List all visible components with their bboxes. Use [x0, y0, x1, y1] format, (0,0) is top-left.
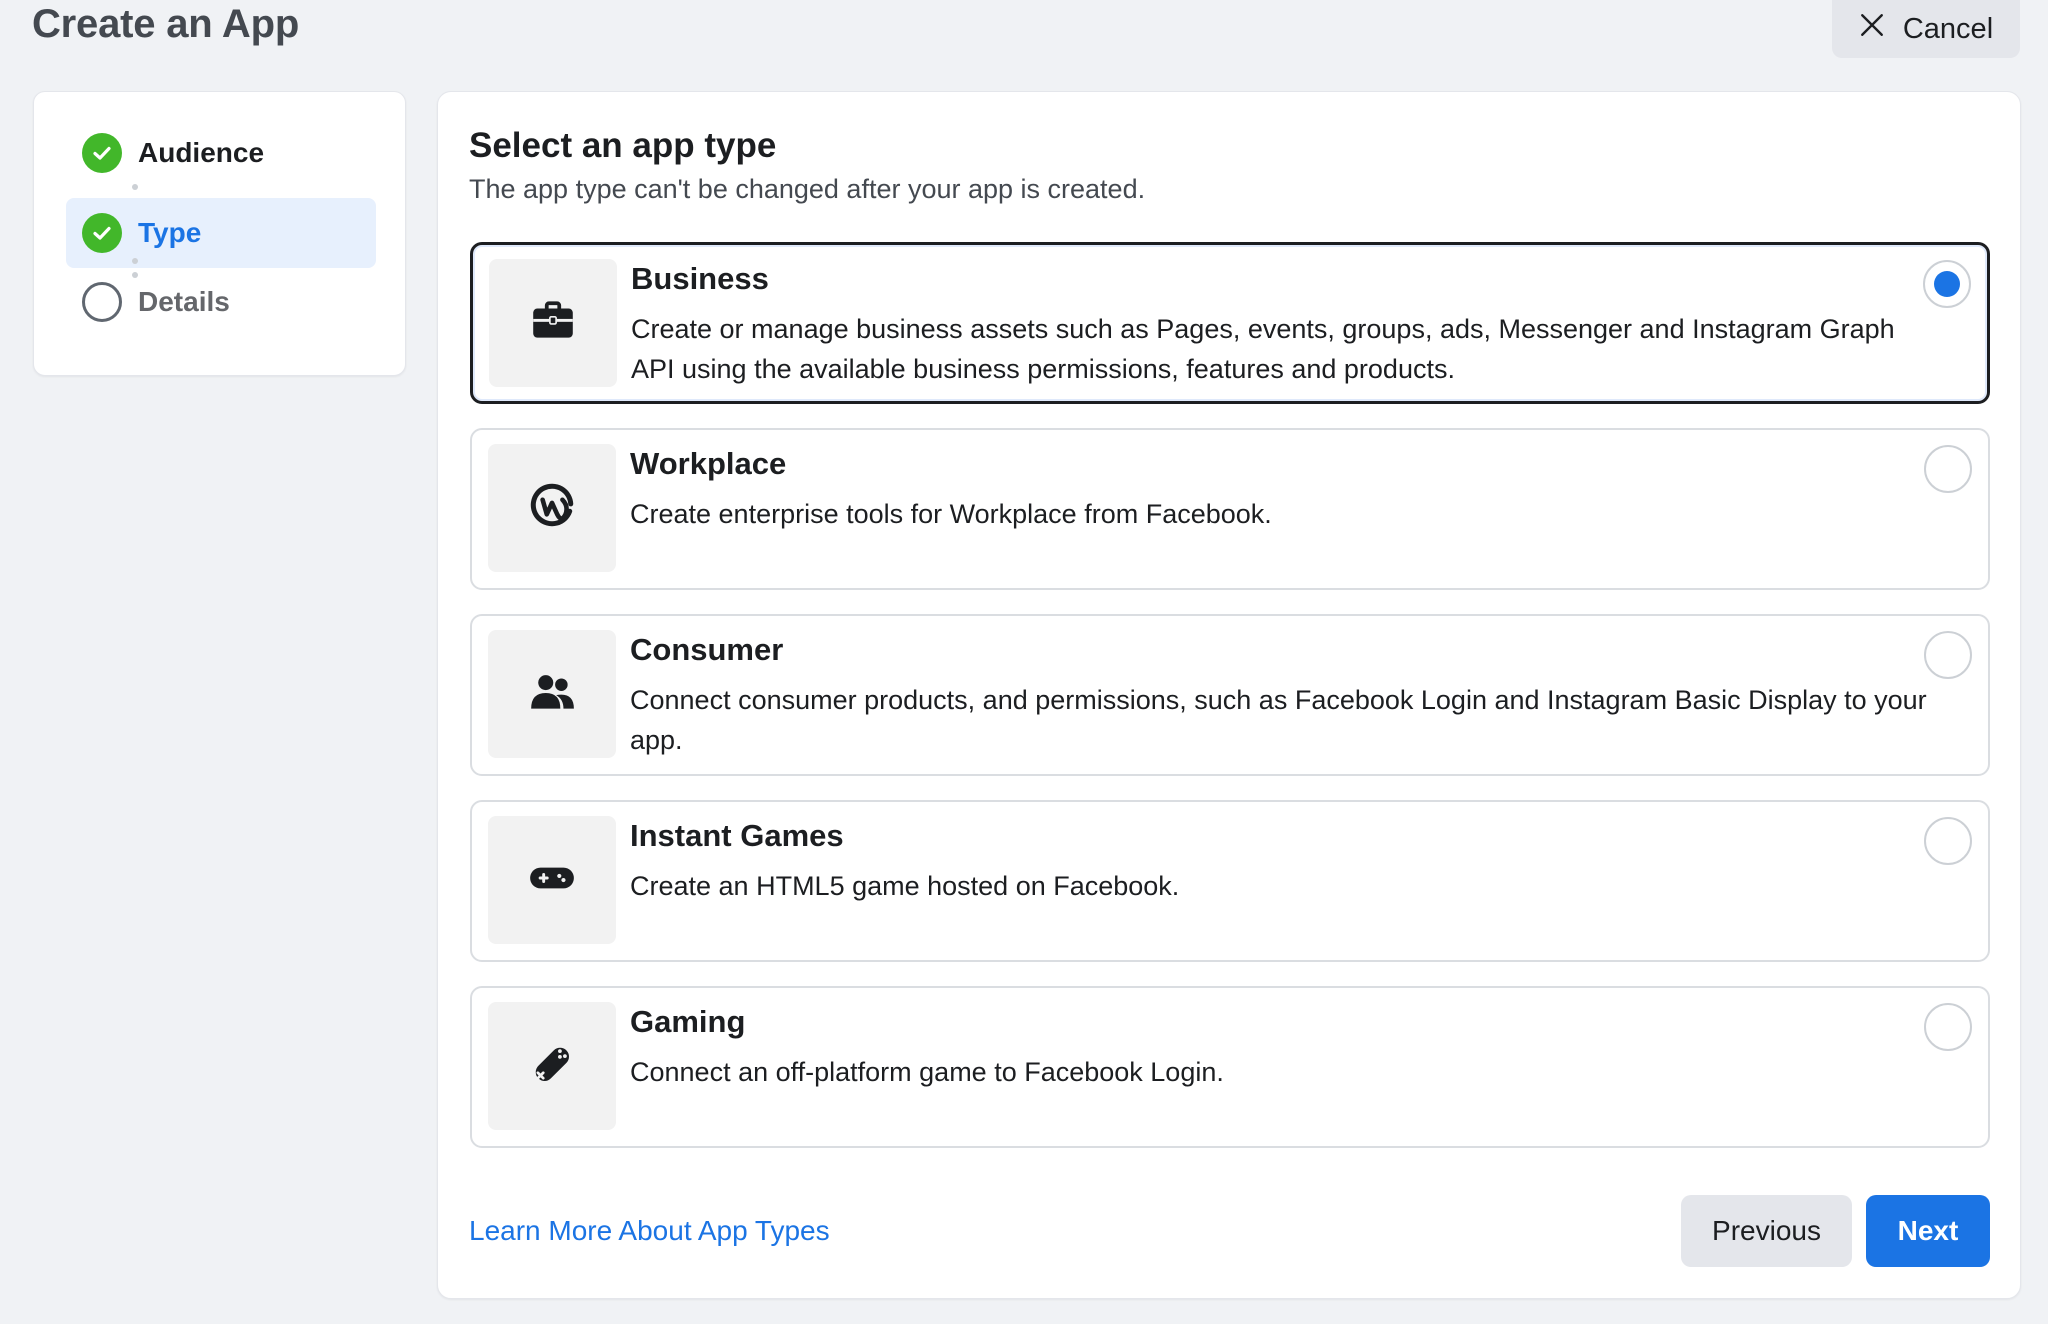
- progress-stepper: Audience Type Details: [33, 91, 406, 376]
- option-icon-box: [488, 816, 616, 944]
- option-radio[interactable]: [1923, 260, 1971, 308]
- section-subtitle: The app type can't be changed after your…: [469, 174, 1146, 204]
- option-gaming[interactable]: Gaming Connect an off-platform game to F…: [470, 986, 1990, 1148]
- option-title: Instant Games: [630, 818, 844, 853]
- option-workplace[interactable]: Workplace Create enterprise tools for Wo…: [470, 428, 1990, 590]
- step-label: Type: [138, 217, 202, 248]
- briefcase-icon: [528, 296, 578, 351]
- empty-circle-icon: [82, 282, 122, 322]
- step-details[interactable]: Details: [66, 267, 376, 337]
- option-consumer[interactable]: Consumer Connect consumer products, and …: [470, 614, 1990, 776]
- check-icon: [82, 213, 122, 253]
- game-controller-icon: [527, 853, 577, 908]
- people-icon: [527, 667, 577, 722]
- option-description: Create an HTML5 game hosted on Facebook.: [630, 871, 1180, 901]
- option-description: Create or manage business assets such as…: [631, 314, 1895, 384]
- option-instant-games[interactable]: Instant Games Create an HTML5 game hoste…: [470, 800, 1990, 962]
- workplace-logo-icon: [527, 481, 577, 536]
- option-description: Create enterprise tools for Workplace fr…: [630, 499, 1272, 529]
- option-radio[interactable]: [1924, 1003, 1972, 1051]
- option-icon-box: [488, 444, 616, 572]
- option-icon-box: [488, 1002, 616, 1130]
- cancel-label: Cancel: [1902, 12, 1994, 45]
- cancel-button[interactable]: Cancel: [1832, 0, 2020, 58]
- option-icon-box: [489, 259, 617, 387]
- gamepad-icon: [527, 1039, 577, 1094]
- check-icon: [82, 133, 122, 173]
- option-icon-box: [488, 630, 616, 758]
- option-radio[interactable]: [1924, 817, 1972, 865]
- option-description: Connect an off-platform game to Facebook…: [630, 1057, 1224, 1087]
- step-label: Details: [138, 286, 230, 317]
- option-title: Consumer: [630, 632, 784, 667]
- option-title: Workplace: [630, 446, 787, 481]
- learn-more-link[interactable]: Learn More About App Types: [469, 1215, 830, 1247]
- app-type-card: Select an app type The app type can't be…: [437, 91, 2021, 1299]
- option-description: Connect consumer products, and permissio…: [630, 685, 1927, 755]
- previous-button[interactable]: Previous: [1681, 1195, 1852, 1267]
- option-title: Gaming: [630, 1004, 746, 1039]
- option-title: Business: [631, 261, 769, 296]
- option-radio[interactable]: [1924, 445, 1972, 493]
- close-icon: [1859, 12, 1885, 46]
- section-title: Select an app type: [469, 126, 777, 165]
- page-title: Create an App: [32, 2, 300, 46]
- step-label: Audience: [138, 137, 265, 168]
- next-button[interactable]: Next: [1866, 1195, 1990, 1267]
- step-type[interactable]: Type: [66, 198, 376, 268]
- option-business[interactable]: Business Create or manage business asset…: [470, 242, 1990, 404]
- step-audience[interactable]: Audience: [66, 118, 376, 188]
- option-radio[interactable]: [1924, 631, 1972, 679]
- create-app-page: Create an App Cancel Audience Type Detai…: [0, 0, 2048, 1324]
